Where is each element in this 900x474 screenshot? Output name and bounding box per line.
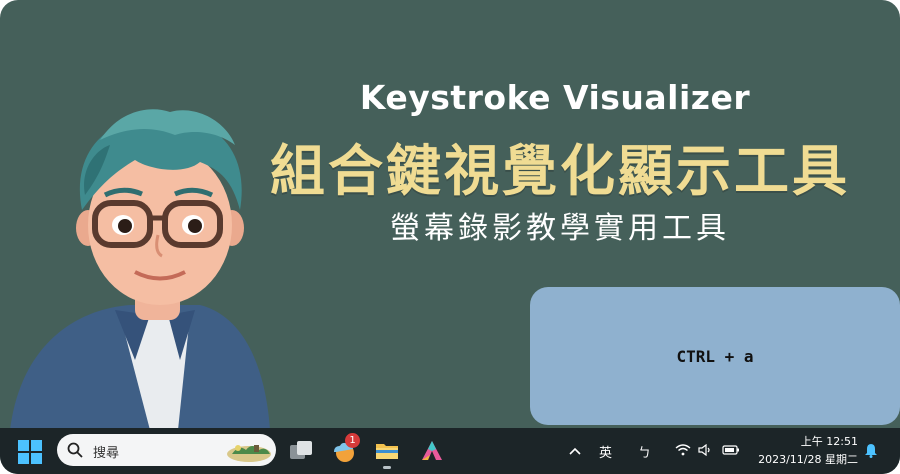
- windows-logo-icon: [18, 440, 29, 451]
- weather-app-badge: 1: [345, 433, 360, 448]
- taskbar-search-box[interactable]: 搜尋: [57, 434, 276, 466]
- avatar-illustration: [10, 109, 270, 430]
- keystroke-combo-text: CTRL + a: [676, 347, 754, 366]
- banner-subtitle: 螢幕錄影教學實用工具: [390, 211, 730, 246]
- search-label: 搜尋: [93, 446, 120, 461]
- chevron-up-icon[interactable]: [569, 446, 581, 456]
- input-language-indicator[interactable]: 英: [599, 442, 612, 461]
- search-highlight-icon: [227, 445, 271, 462]
- banner-title-zh: 組合鍵視覺化顯示工具: [270, 138, 851, 203]
- keystroke-overlay-panel: CTRL + a: [530, 287, 900, 425]
- task-view-icon[interactable]: [288, 438, 314, 464]
- file-explorer-active-indicator: [383, 466, 391, 469]
- file-explorer-icon[interactable]: [374, 438, 400, 464]
- windows-logo-icon-part: [31, 453, 42, 464]
- windows-logo-icon-part: [18, 453, 29, 464]
- arc-app-icon[interactable]: [419, 438, 445, 464]
- notification-bell-icon[interactable]: [864, 443, 878, 458]
- volume-icon[interactable]: [698, 444, 712, 456]
- windows-logo-icon-part: [31, 440, 42, 451]
- search-icon: [67, 442, 83, 458]
- clock-time[interactable]: 上午 12:51: [801, 433, 858, 449]
- banner-title-en: Keystroke Visualizer: [359, 78, 751, 117]
- wifi-icon[interactable]: [675, 444, 691, 456]
- battery-icon[interactable]: [722, 444, 740, 456]
- screenshot-canvas: Keystroke Visualizer 組合鍵視覺化顯示工具 螢幕錄影教學實用…: [0, 0, 900, 474]
- clock-date[interactable]: 2023/11/28 星期二: [758, 451, 858, 467]
- ime-mode-indicator[interactable]: ㄅ: [638, 442, 651, 461]
- start-button[interactable]: [18, 440, 42, 464]
